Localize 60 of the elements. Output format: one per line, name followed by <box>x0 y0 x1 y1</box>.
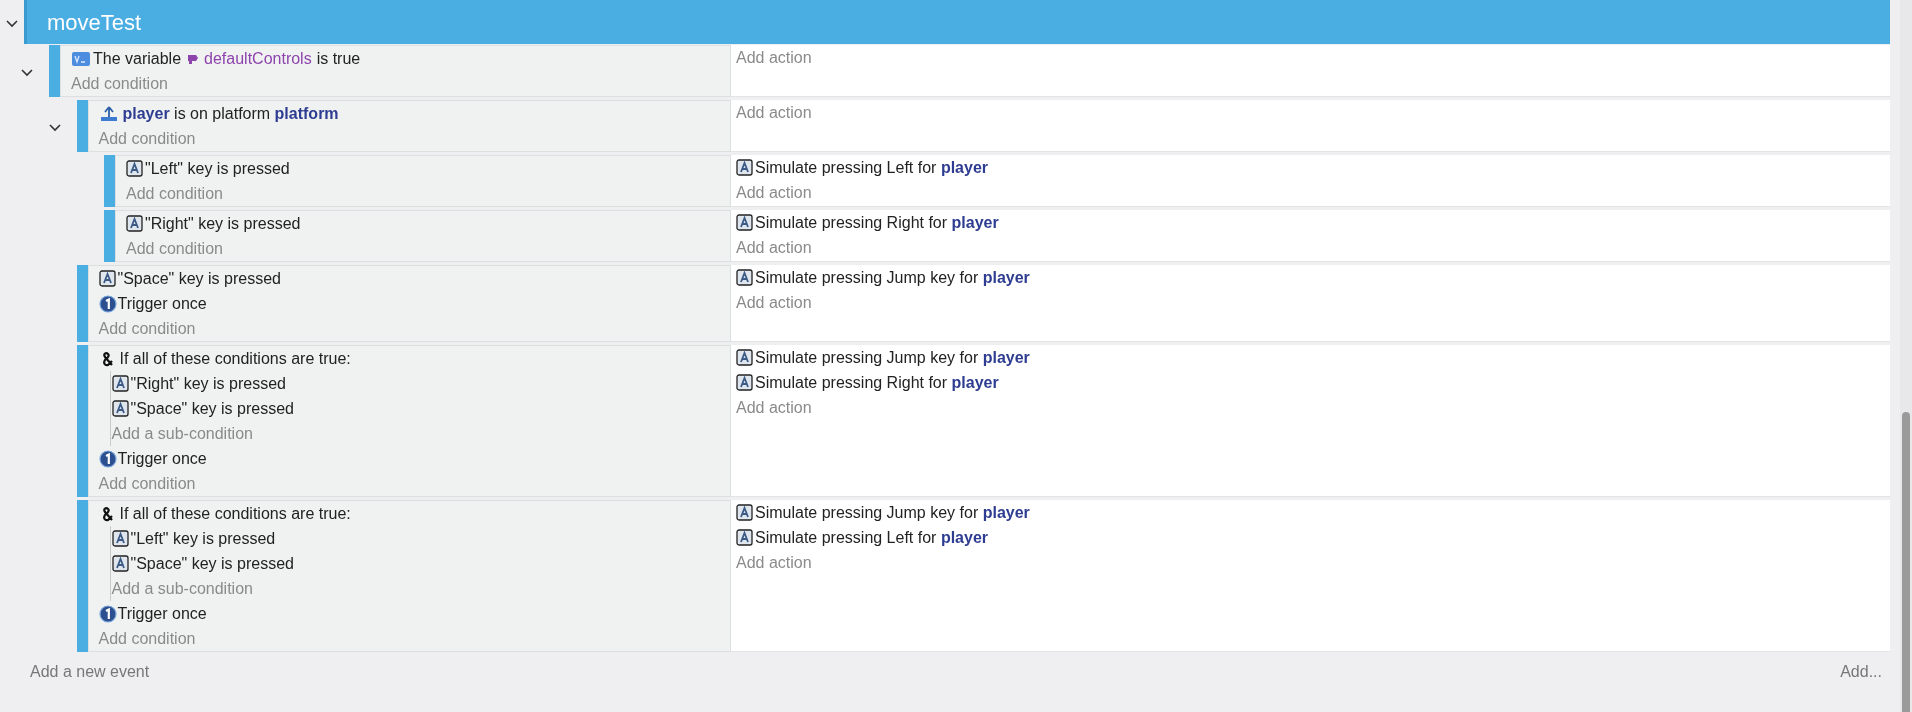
condition-text[interactable]: player is on platform platform <box>122 101 339 126</box>
chevron-icon[interactable] <box>6 20 18 28</box>
add-action-link[interactable]: Add action <box>736 395 812 420</box>
ampersand-icon <box>100 350 115 367</box>
platform-icon <box>98 104 119 123</box>
one-circle-icon <box>98 449 117 468</box>
condition-text[interactable]: "Left" key is pressed <box>145 156 290 181</box>
chevron-icon[interactable] <box>48 124 61 132</box>
condition-text[interactable]: If all of these conditions are true: <box>119 346 351 371</box>
key-icon <box>736 269 753 286</box>
condition-text[interactable]: "Right" key is pressed <box>145 211 301 236</box>
key-icon <box>736 374 753 391</box>
variable-icon <box>71 50 91 67</box>
action-text[interactable]: Simulate pressing Right for player <box>755 210 999 235</box>
add-action-link[interactable]: Add action <box>736 45 812 70</box>
key-icon <box>111 530 129 547</box>
condition-text[interactable]: If all of these conditions are true: <box>119 501 351 526</box>
variable-name[interactable]: defaultControls <box>204 46 312 71</box>
key-icon <box>736 529 753 546</box>
key-icon <box>736 504 753 521</box>
one-circle-icon <box>98 294 117 313</box>
key-icon <box>126 215 143 232</box>
event-bar <box>104 155 115 207</box>
action-text[interactable]: Simulate pressing Jump key for player <box>755 265 1030 290</box>
action-text[interactable]: Simulate pressing Left for player <box>755 155 988 180</box>
action-text[interactable]: Simulate pressing Left for player <box>755 525 988 550</box>
add-action-link[interactable]: Add action <box>736 550 812 575</box>
condition-text[interactable]: Trigger once <box>117 601 207 626</box>
condition-text[interactable]: The variable <box>93 46 182 71</box>
scrollbar-thumb[interactable] <box>1902 412 1910 712</box>
condition-text[interactable]: "Space" key is pressed <box>130 551 294 576</box>
condition-text[interactable]: Trigger once <box>117 291 207 316</box>
add-action-link[interactable]: Add action <box>736 290 812 315</box>
key-icon <box>111 400 129 417</box>
action-text[interactable]: Simulate pressing Jump key for player <box>755 500 1030 525</box>
key-icon <box>126 160 143 177</box>
event-bar <box>76 100 88 152</box>
key-icon <box>98 270 116 287</box>
add-action-link[interactable]: Add action <box>736 235 812 260</box>
add-menu-link[interactable]: Add... <box>1840 660 1882 684</box>
condition-text[interactable]: Trigger once <box>117 446 207 471</box>
add-action-link[interactable]: Add action <box>736 180 812 205</box>
condition-text[interactable]: "Space" key is pressed <box>117 266 281 291</box>
action-text[interactable]: Simulate pressing Jump key for player <box>755 345 1030 370</box>
chevron-icon[interactable] <box>21 69 33 77</box>
one-circle-icon <box>98 604 117 623</box>
key-icon <box>736 349 753 366</box>
add-new-event-link[interactable]: Add a new event <box>30 660 150 684</box>
condition-text[interactable]: "Left" key is pressed <box>130 526 276 551</box>
action-text[interactable]: Simulate pressing Right for player <box>755 370 999 395</box>
condition-text[interactable]: is true <box>316 46 361 71</box>
key-icon <box>111 555 129 572</box>
key-icon <box>111 375 129 392</box>
condition-text[interactable]: "Space" key is pressed <box>130 396 294 421</box>
ampersand-icon <box>100 505 115 522</box>
condition-text[interactable]: "Right" key is pressed <box>130 371 286 396</box>
key-icon <box>736 214 753 231</box>
event-bar <box>104 210 115 262</box>
key-icon <box>736 159 753 176</box>
add-action-link[interactable]: Add action <box>736 100 812 125</box>
